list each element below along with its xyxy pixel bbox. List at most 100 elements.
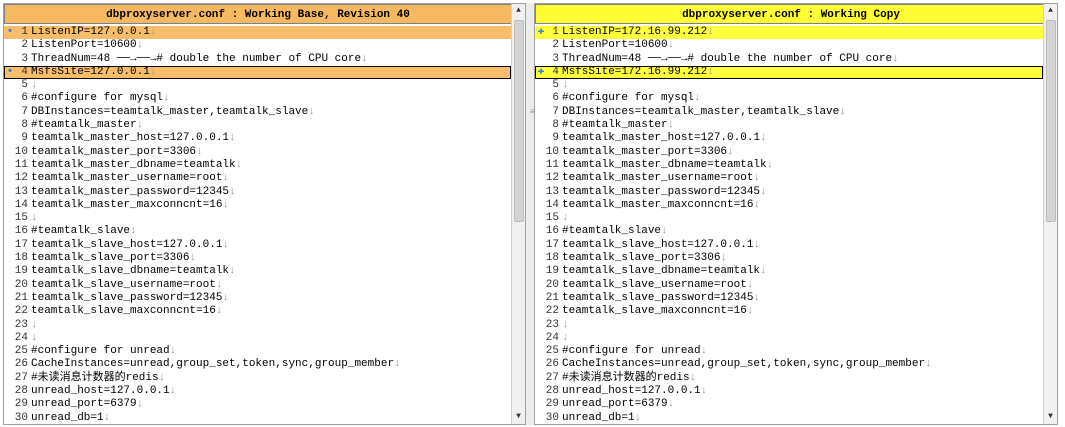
code-line[interactable]: 15 ↓	[535, 212, 1043, 225]
end-of-line-icon: ↓	[149, 65, 157, 78]
code-line[interactable]: 16 #teamtalk_slave↓	[4, 225, 511, 238]
working-vertical-scrollbar[interactable]: ▲ ▼	[1043, 4, 1057, 424]
scroll-up-arrow-icon[interactable]: ▲	[512, 5, 525, 17]
code-line[interactable]: 8 #teamtalk_master↓	[4, 119, 511, 132]
code-line[interactable]: 24 ↓	[4, 332, 511, 345]
working-pane[interactable]: dbproxyserver.conf : Working Copy ✚ 1 List…	[534, 3, 1058, 425]
line-text: #configure for unread↓	[562, 345, 707, 358]
code-line[interactable]: 23 ↓	[535, 319, 1043, 332]
code-line[interactable]: 21 teamtalk_slave_password=12345↓	[535, 292, 1043, 305]
code-line[interactable]: 11 teamtalk_master_dbname=teamtalk↓	[535, 159, 1043, 172]
end-of-line-icon: ↓	[766, 158, 774, 171]
code-line[interactable]: 11 teamtalk_master_dbname=teamtalk↓	[4, 159, 511, 172]
base-pane[interactable]: dbproxyserver.conf : Working Base, Revis…	[3, 3, 526, 425]
code-line[interactable]: 20 teamtalk_slave_username=root↓	[4, 279, 511, 292]
line-text: ↓	[562, 212, 569, 225]
code-line[interactable]: 5 ↓	[4, 79, 511, 92]
line-text: ListenIP=127.0.0.1↓	[31, 26, 156, 39]
code-line[interactable]: 30 unread_db=1↓	[535, 412, 1043, 424]
scrollbar-thumb[interactable]	[1046, 20, 1056, 222]
code-line[interactable]: 29 unread_port=6379↓	[535, 398, 1043, 411]
code-line[interactable]: • 1 ListenIP=127.0.0.1↓	[4, 26, 511, 40]
code-line[interactable]: 25 #configure for unread↓	[535, 345, 1043, 358]
base-vertical-scrollbar[interactable]: ▲ ▼	[511, 4, 525, 424]
line-content: MsfsSite=127.0.0.1	[31, 65, 150, 78]
code-line[interactable]: 3 ThreadNum=48 ──→──→# double the number …	[535, 53, 1043, 66]
code-line[interactable]: 10 teamtalk_master_port=3306↓	[4, 146, 511, 159]
code-line[interactable]: 3 ThreadNum=48 ──→──→# double the number …	[4, 53, 511, 66]
code-line[interactable]: 14 teamtalk_master_maxconncnt=16↓	[535, 199, 1043, 212]
line-text: unread_host=127.0.0.1↓	[31, 385, 176, 398]
code-line[interactable]: 2 ListenPort=10600↓	[535, 39, 1043, 52]
line-text: teamtalk_master_maxconncnt=16↓	[31, 199, 229, 212]
code-line[interactable]: 22 teamtalk_slave_maxconncnt=16↓	[535, 305, 1043, 318]
scroll-up-arrow-icon[interactable]: ▲	[1044, 5, 1057, 17]
code-line[interactable]: 21 teamtalk_slave_password=12345↓	[4, 292, 511, 305]
code-line[interactable]: 20 teamtalk_slave_username=root↓	[535, 279, 1043, 292]
scroll-down-arrow-icon[interactable]: ▼	[512, 411, 525, 423]
code-line[interactable]: 6 #configure for mysql↓	[4, 92, 511, 105]
code-line[interactable]: 23 ↓	[4, 319, 511, 332]
code-line[interactable]: 8 #teamtalk_master↓	[535, 119, 1043, 132]
line-number: 3	[21, 52, 28, 65]
code-line[interactable]: 9 teamtalk_master_host=127.0.0.1↓	[4, 132, 511, 145]
code-line[interactable]: 18 teamtalk_slave_port=3306↓	[535, 252, 1043, 265]
code-line[interactable]: 2 ListenPort=10600↓	[4, 39, 511, 52]
line-number: 16	[14, 225, 28, 238]
code-line[interactable]: 10 teamtalk_master_port=3306↓	[535, 146, 1043, 159]
pane-splitter[interactable]: ≡	[526, 3, 535, 425]
line-number: 18	[545, 252, 559, 265]
line-number: 17	[14, 238, 28, 251]
code-line[interactable]: 27 #未读消息计数器的redis↓	[535, 372, 1043, 385]
scroll-down-arrow-icon[interactable]: ▼	[1044, 411, 1057, 423]
code-line[interactable]: 25 #configure for unread↓	[4, 345, 511, 358]
code-line[interactable]: 19 teamtalk_slave_dbname=teamtalk↓	[4, 265, 511, 278]
working-code-lines[interactable]: ✚ 1 ListenIP=172.16.99.212↓ 2 ListenPort=106…	[535, 26, 1043, 424]
line-text: ListenIP=172.16.99.212↓	[562, 26, 714, 39]
code-line[interactable]: 12 teamtalk_master_username=root↓	[4, 172, 511, 185]
code-line[interactable]: 5 ↓	[535, 79, 1043, 92]
code-line[interactable]: ✚ 1 ListenIP=172.16.99.212↓	[535, 26, 1043, 40]
code-line[interactable]: 13 teamtalk_master_password=12345↓	[4, 186, 511, 199]
base-code-lines[interactable]: • 1 ListenIP=127.0.0.1↓ 2 ListenPort=10600↓ 3…	[4, 26, 511, 424]
end-of-line-icon: ↓	[753, 198, 761, 211]
line-content: #teamtalk_slave	[562, 225, 662, 238]
code-line[interactable]: 17 teamtalk_slave_host=127.0.0.1↓	[535, 239, 1043, 252]
code-line[interactable]: 6 #configure for mysql↓	[535, 92, 1043, 105]
code-line[interactable]: ✚ 4 MsfsSite=172.16.99.212↓	[535, 65, 1043, 80]
code-line[interactable]: 17 teamtalk_slave_host=127.0.0.1↓	[4, 239, 511, 252]
code-line[interactable]: 16 #teamtalk_slave↓	[535, 225, 1043, 238]
code-line[interactable]: 18 teamtalk_slave_port=3306↓	[4, 252, 511, 265]
code-line[interactable]: 14 teamtalk_master_maxconncnt=16↓	[4, 199, 511, 212]
code-line[interactable]: • 4 MsfsSite=127.0.0.1↓	[4, 65, 511, 80]
code-line[interactable]: 27 #未读消息计数器的redis↓	[4, 372, 511, 385]
code-line[interactable]: 7 DBInstances=teamtalk_master,teamtalk_sl…	[535, 106, 1043, 119]
code-line[interactable]: 24 ↓	[535, 332, 1043, 345]
line-number: 19	[545, 265, 559, 278]
code-line[interactable]: 19 teamtalk_slave_dbname=teamtalk↓	[535, 265, 1043, 278]
code-line[interactable]: 22 teamtalk_slave_maxconncnt=16↓	[4, 305, 511, 318]
code-line[interactable]: 9 teamtalk_master_host=127.0.0.1↓	[535, 132, 1043, 145]
code-line[interactable]: 26 CacheInstances=unread,group_set,token,…	[4, 358, 511, 371]
line-text: ListenPort=10600↓	[562, 39, 674, 52]
line-text: teamtalk_master_host=127.0.0.1↓	[562, 132, 767, 145]
code-line[interactable]: 12 teamtalk_master_username=root↓	[535, 172, 1043, 185]
code-line[interactable]: 26 CacheInstances=unread,group_set,token,…	[535, 358, 1043, 371]
line-text: #未读消息计数器的redis↓	[562, 372, 696, 385]
end-of-line-icon: ↓	[707, 65, 714, 78]
code-line[interactable]: 29 unread_port=6379↓	[4, 398, 511, 411]
line-text: unread_port=6379↓	[562, 398, 674, 411]
line-content: teamtalk_master_password=12345	[31, 185, 230, 198]
line-content: unread_port=6379	[562, 398, 668, 411]
line-number: 4	[552, 65, 559, 78]
line-number: 28	[545, 385, 559, 398]
code-line[interactable]: 30 unread_db=1↓	[4, 411, 511, 424]
code-line[interactable]: 13 teamtalk_master_password=12345↓	[535, 186, 1043, 199]
code-line[interactable]: 28 unread_host=127.0.0.1↓	[4, 385, 511, 398]
end-of-line-icon: ↓	[753, 291, 761, 304]
code-line[interactable]: 15 ↓	[4, 212, 511, 225]
code-line[interactable]: 7 DBInstances=teamtalk_master,teamtalk_sl…	[4, 106, 511, 119]
scrollbar-thumb[interactable]	[514, 20, 524, 222]
end-of-line-icon: ↓	[103, 411, 111, 424]
code-line[interactable]: 28 unread_host=127.0.0.1↓	[535, 385, 1043, 398]
